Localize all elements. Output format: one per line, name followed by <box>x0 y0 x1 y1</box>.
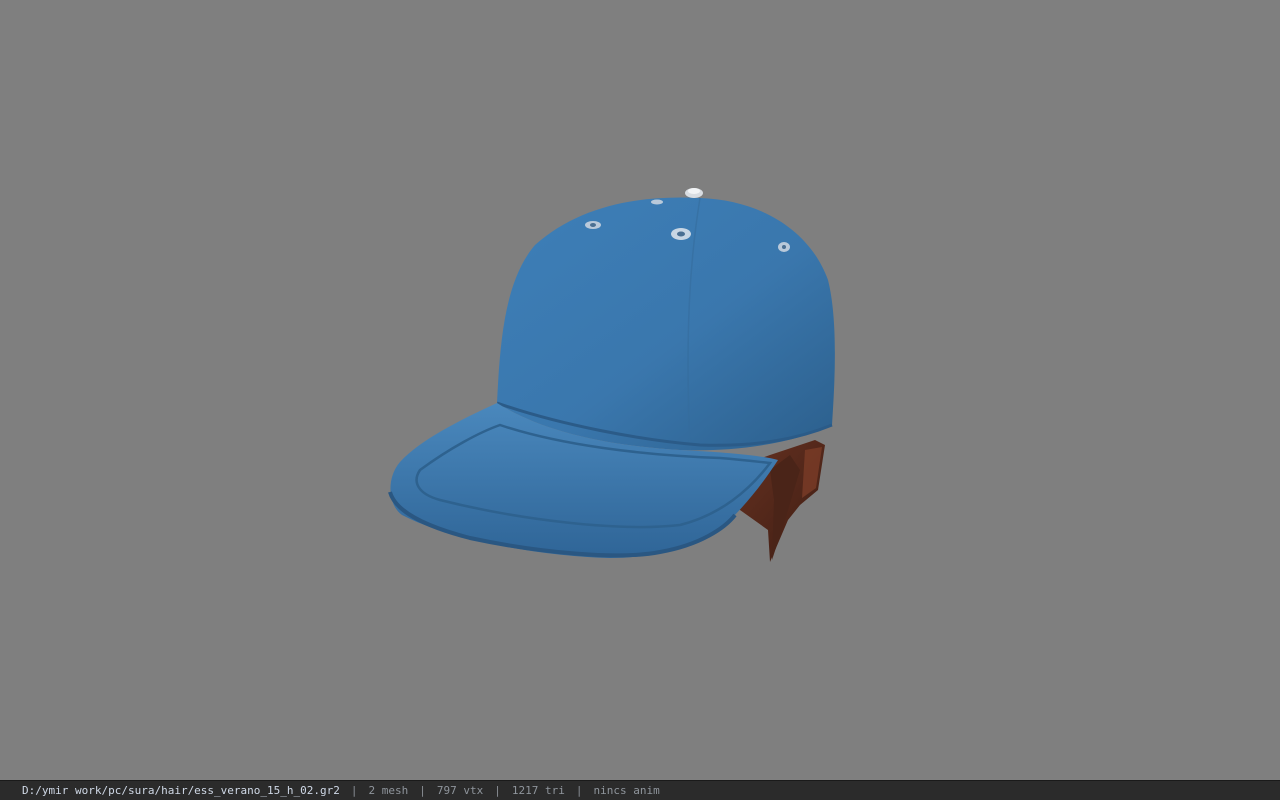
mesh-count: 2 mesh <box>368 784 409 797</box>
separator: | <box>575 784 583 797</box>
separator: | <box>494 784 501 797</box>
status-bar: D:/ymir work/pc/sura/hair/ess_verano_15_… <box>0 780 1280 800</box>
separator: | <box>419 784 426 797</box>
animation-status: nincs anim <box>593 784 660 797</box>
file-path: D:/ymir work/pc/sura/hair/ess_verano_15_… <box>22 784 340 797</box>
vertex-count: 797 vtx <box>436 784 484 797</box>
triangle-count: 1217 tri <box>511 784 565 797</box>
cap-crown <box>496 188 835 451</box>
separator: | <box>350 784 358 797</box>
3d-viewport[interactable] <box>0 0 1280 780</box>
model-render[interactable] <box>0 0 1280 780</box>
